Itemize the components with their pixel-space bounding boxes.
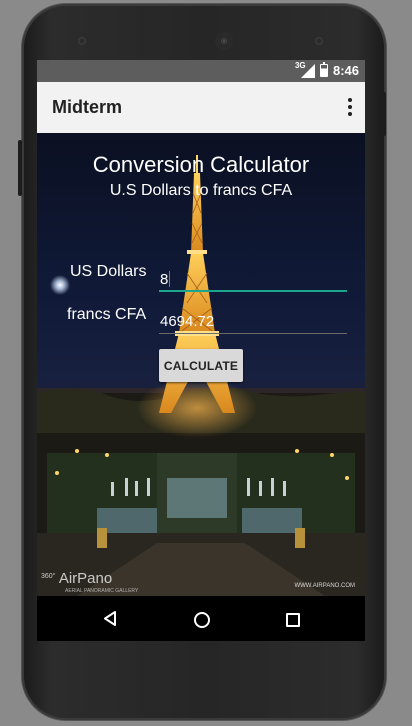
watermark-brand: AirPano [58, 570, 113, 587]
usd-input[interactable]: 8 [159, 266, 347, 292]
app-bar: Midterm [37, 82, 365, 133]
recents-icon[interactable] [286, 613, 300, 627]
emulator-stage: 3G 8:46 Midterm Conversion Calculator U.… [0, 0, 412, 726]
volume-button [18, 140, 22, 196]
cfa-label: francs CFA [67, 306, 147, 323]
calculator-title: Conversion Calculator [92, 152, 310, 177]
airpano-watermark: 360° AirPano [41, 570, 112, 587]
usd-label: US Dollars [70, 263, 147, 280]
power-button [382, 92, 386, 136]
earpiece-speaker [215, 32, 233, 50]
watermark-subtitle: AERIAL PANORAMIC GALLERY [65, 588, 139, 594]
back-icon[interactable] [103, 611, 117, 626]
front-camera [78, 37, 86, 45]
cfa-result-field[interactable]: 4694.72 [159, 308, 347, 334]
app-title: Midterm [52, 97, 123, 117]
watermark-prefix: 360° [41, 573, 56, 580]
calculator-subtitle: U.S Dollars to francs CFA [109, 182, 293, 199]
overflow-menu-icon[interactable] [347, 98, 353, 116]
main-content: Conversion Calculator U.S Dollars to fra… [37, 133, 365, 596]
signal-icon: 3G [295, 61, 315, 78]
cfa-result-value: 4694.72 [160, 313, 215, 330]
watermark-site: WWW.AIRPANO.COM [294, 583, 355, 589]
proximity-sensor [315, 37, 323, 45]
usd-input-value: 8 [160, 271, 169, 288]
clock: 8:46 [332, 63, 359, 78]
home-icon[interactable] [194, 612, 210, 628]
device-screen: 3G 8:46 Midterm Conversion Calculator U.… [37, 60, 365, 641]
calculate-button[interactable]: CALCULATE [159, 349, 243, 382]
network-type-label: 3G [294, 60, 306, 70]
text-cursor [169, 271, 171, 287]
navigation-bar [37, 596, 365, 641]
battery-icon [319, 62, 328, 77]
status-bar: 3G 8:46 [37, 60, 365, 82]
